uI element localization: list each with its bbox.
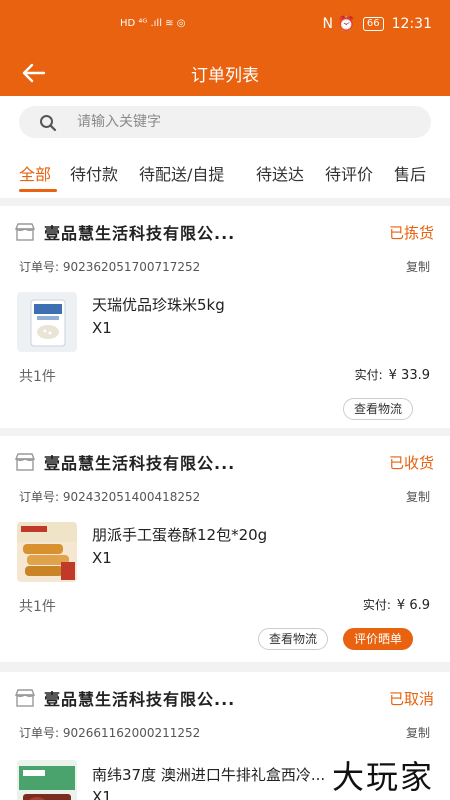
tab-pending-payment[interactable]: 待付款: [70, 161, 118, 185]
item-count: 共1件: [19, 369, 56, 385]
order-number: 订单号: 902362051700717252: [19, 260, 201, 274]
product-name[interactable]: 朋派手工蛋卷酥12包*20g: [92, 524, 267, 545]
store-row[interactable]: 壹品慧生活科技有限公...: [14, 686, 235, 710]
app-bar: 订单列表: [0, 50, 450, 96]
status-icons: N ⏰: [322, 16, 355, 32]
product-quantity: X1: [92, 319, 112, 337]
product-image[interactable]: [17, 522, 77, 582]
paid-value: ¥ 6.9: [396, 598, 430, 613]
tab-all[interactable]: 全部: [19, 161, 51, 185]
tab-after-sales[interactable]: 售后: [394, 161, 426, 185]
status-bar: HD ⁴ᴳ .ıll ≋ ◎ N ⏰ 66 12:31: [0, 0, 450, 50]
search-box[interactable]: [19, 106, 431, 138]
store-name[interactable]: 壹品慧生活科技有限公...: [44, 686, 235, 710]
order-status: 已取消: [388, 690, 434, 708]
order-number: 订单号: 902432051400418252: [19, 490, 201, 504]
copy-button[interactable]: 复制: [406, 724, 430, 741]
product-quantity: X1: [92, 788, 112, 800]
product-name[interactable]: 南纬37度 澳洲进口牛排礼盒西冷...: [92, 764, 325, 785]
search-input[interactable]: [77, 112, 407, 132]
store-name[interactable]: 壹品慧生活科技有限公...: [44, 220, 235, 244]
order-card[interactable]: 壹品慧生活科技有限公... 已拣货 订单号: 90236205170071725…: [0, 206, 450, 428]
status-left-icons: HD ⁴ᴳ .ıll ≋ ◎: [120, 18, 186, 29]
store-icon: [14, 453, 36, 471]
watermark: 大玩家: [331, 758, 434, 796]
tab-pending-review[interactable]: 待评价: [325, 161, 373, 185]
store-row[interactable]: 壹品慧生活科技有限公...: [14, 450, 235, 474]
page-title: 订单列表: [191, 66, 259, 86]
order-card[interactable]: 壹品慧生活科技有限公... 已收货 订单号: 90243205140041825…: [0, 436, 450, 662]
product-image[interactable]: [17, 760, 77, 800]
active-tab-indicator: [19, 189, 57, 192]
battery-icon: 66: [362, 17, 384, 31]
store-icon: [14, 223, 36, 241]
order-number: 订单号: 902661162000211252: [19, 726, 201, 740]
copy-button[interactable]: 复制: [406, 488, 430, 505]
view-logistics-button[interactable]: 查看物流: [342, 398, 413, 420]
order-tabs: 全部 待付款 待配送/自提 待送达 待评价 售后: [0, 152, 450, 198]
view-logistics-button[interactable]: 查看物流: [257, 628, 328, 650]
paid-label: 实付:: [362, 598, 391, 612]
product-quantity: X1: [92, 549, 112, 567]
review-button[interactable]: 评价晒单: [342, 628, 413, 650]
search-area: [0, 96, 450, 152]
order-status: 已收货: [388, 454, 434, 472]
store-icon: [14, 689, 36, 707]
tab-in-transit[interactable]: 待送达: [256, 161, 304, 185]
paid-amount: 实付: ¥ 6.9: [363, 596, 430, 613]
paid-label: 实付:: [354, 368, 383, 382]
copy-button[interactable]: 复制: [406, 258, 430, 275]
search-icon: [40, 115, 57, 132]
product-image[interactable]: [17, 292, 77, 352]
status-right: N ⏰ 66 12:31: [323, 16, 432, 32]
paid-value: ¥ 33.9: [388, 368, 430, 383]
store-row[interactable]: 壹品慧生活科技有限公...: [14, 220, 235, 244]
product-name[interactable]: 天瑞优品珍珠米5kg: [92, 294, 225, 315]
tab-pending-delivery[interactable]: 待配送/自提: [139, 161, 224, 185]
order-status: 已拣货: [388, 224, 434, 242]
clock: 12:31: [391, 16, 432, 32]
store-name[interactable]: 壹品慧生活科技有限公...: [44, 450, 235, 474]
paid-amount: 实付: ¥ 33.9: [355, 366, 430, 383]
item-count: 共1件: [19, 599, 56, 615]
